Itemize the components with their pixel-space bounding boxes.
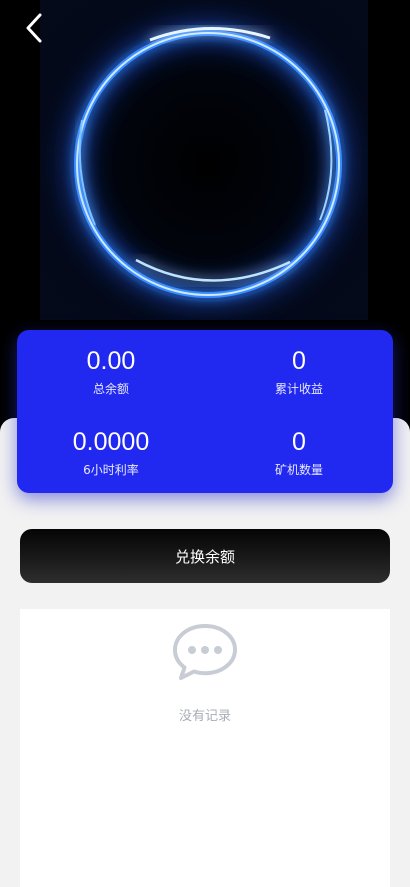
exchange-balance-button[interactable]: 兑换余额: [20, 529, 390, 583]
stat-label: 总余额: [92, 382, 129, 396]
stat-value: 0: [292, 347, 306, 375]
records-panel: 没有记录: [20, 609, 390, 887]
hero-image: [40, 0, 368, 320]
back-button[interactable]: [14, 8, 54, 48]
stat-total-balance: 0.00 总余额: [17, 346, 205, 397]
stat-six-hour-rate: 0.0000 6小时利率: [17, 427, 205, 478]
stat-label: 6小时利率: [83, 463, 139, 477]
stat-cumulative-earnings: 0 累计收益: [205, 346, 393, 397]
stat-miner-count: 0 矿机数量: [205, 427, 393, 478]
stat-label: 矿机数量: [274, 463, 323, 477]
stat-value: 0.00: [86, 347, 136, 375]
page: 0.00 总余额 0 累计收益 0.0000 6小时利率 0 矿机数量 兑换余额…: [0, 0, 410, 887]
stat-label: 累计收益: [274, 382, 323, 396]
empty-records-text: 没有记录: [178, 709, 231, 724]
stat-value: 0.0000: [72, 428, 150, 456]
chat-bubble-icon: [173, 624, 237, 680]
stat-value: 0: [292, 428, 306, 456]
glowing-ring-image: [67, 23, 349, 305]
stats-card: 0.00 总余额 0 累计收益 0.0000 6小时利率 0 矿机数量: [17, 330, 393, 493]
chevron-left-icon: [26, 13, 42, 43]
